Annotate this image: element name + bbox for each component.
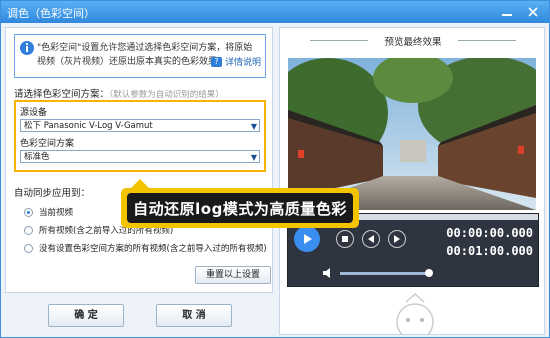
radio-unset-videos[interactable]: 没有设置色彩空间方案的所有视频(含之前导入过的所有视频) (24, 242, 267, 254)
close-button[interactable] (521, 2, 545, 21)
preview-title: 预览最终效果 (384, 37, 442, 48)
time-total: 00:01:00.000 (446, 244, 533, 258)
info-pen-icon (20, 41, 34, 55)
decorative-mascot-icon (396, 292, 434, 334)
promo-banner: 自动还原log模式为高质量色彩 (121, 179, 359, 228)
reset-button[interactable]: 重置以上设置 (195, 266, 271, 284)
minimize-button[interactable] (495, 2, 519, 21)
source-label: 源设备 (20, 108, 48, 118)
scheme-label: 色彩空间方案 (20, 139, 75, 149)
volume-slider[interactable] (340, 269, 433, 277)
ok-button[interactable]: 确 定 (48, 304, 124, 327)
help-icon: ? (210, 56, 222, 67)
radio-icon (24, 225, 33, 235)
prev-frame-button[interactable] (362, 230, 380, 248)
section-label-text: 请选择色彩空间方案： (14, 89, 110, 100)
close-icon (528, 6, 538, 17)
source-device-select[interactable]: 松下 Panasonic V-Log V-Gamut ▼ (20, 119, 260, 132)
section-hint: （默认参数为自动识别的结果） (109, 90, 224, 100)
chevron-down-icon: ▼ (250, 122, 257, 131)
settings-panel: "色彩空间"设置允许您通过选择色彩空间方案，将原始视频（灰片视频）还原出原本真实… (5, 27, 273, 293)
next-icon (394, 235, 400, 243)
prev-icon (368, 235, 374, 243)
divider (458, 40, 516, 41)
info-box: "色彩空间"设置允许您通过选择色彩空间方案，将原始视频（灰片视频）还原出原本真实… (14, 34, 266, 78)
preview-panel: 预览最终效果 00:00:00.000 00:01:00.000 (279, 27, 545, 335)
help-label: 详情说明 (224, 58, 261, 68)
stop-icon (342, 236, 348, 242)
title-bar: 调色（色彩空间） (1, 1, 549, 23)
chevron-down-icon: ▼ (250, 153, 257, 162)
volume-knob[interactable] (425, 269, 433, 277)
source-device-value: 松下 Panasonic V-Log V-Gamut (24, 121, 153, 131)
time-current: 00:00:00.000 (446, 226, 533, 240)
color-scheme-select[interactable]: 标准色 ▼ (20, 150, 260, 163)
play-button[interactable] (294, 226, 320, 252)
help-link[interactable]: ? 详情说明 (210, 55, 261, 68)
banner-pointer (131, 179, 149, 188)
dialog-window: 调色（色彩空间） "色彩空间"设置允许您通过选择色彩空间方案，将原始视频（灰片视… (0, 0, 550, 338)
color-scheme-value: 标准色 (24, 152, 50, 162)
minimize-icon (502, 13, 512, 16)
radio-icon (24, 243, 33, 253)
next-frame-button[interactable] (388, 230, 406, 248)
promo-banner-text: 自动还原log模式为高质量色彩 (127, 193, 353, 223)
radio-current-video[interactable]: 当前视频 (24, 206, 73, 218)
radio-selected-icon (24, 207, 33, 217)
cancel-button[interactable]: 取 消 (156, 304, 232, 327)
section-label: 请选择色彩空间方案：（默认参数为自动识别的结果） (14, 86, 224, 100)
window-title: 调色（色彩空间） (7, 7, 95, 20)
radio-label: 没有设置色彩空间方案的所有视频(含之前导入过的所有视频) (39, 244, 267, 254)
radio-label: 当前视频 (39, 208, 74, 218)
volume-icon[interactable] (322, 267, 334, 279)
sync-label: 自动同步应用到： (14, 188, 91, 199)
play-icon (304, 234, 312, 244)
stop-button[interactable] (336, 230, 354, 248)
